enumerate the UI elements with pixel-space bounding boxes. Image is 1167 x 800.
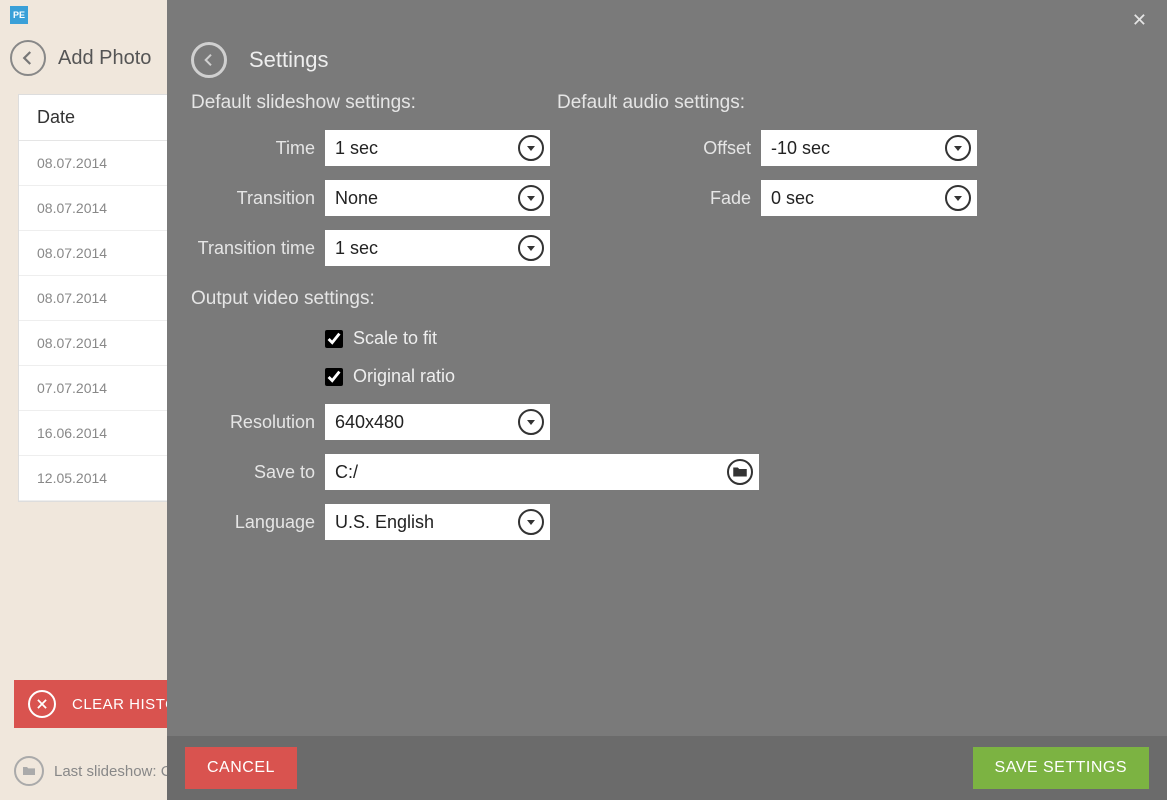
modal-footer: CANCEL SAVE SETTINGS [167,736,1167,800]
scale-checkbox-row[interactable]: Scale to fit [325,328,437,349]
save-to-field[interactable]: C:/ [325,454,759,490]
arrow-left-icon [19,49,37,67]
save-to-value: C:/ [335,462,727,483]
save-settings-button[interactable]: SAVE SETTINGS [973,747,1149,789]
bg-header: Add Photo [10,40,151,76]
transition-label: Transition [189,188,315,209]
resolution-value: 640x480 [335,412,518,433]
page-title: Settings [249,47,329,73]
original-ratio-checkbox[interactable] [325,368,343,386]
chevron-down-icon [945,185,971,211]
fade-select[interactable]: 0 sec [761,180,977,216]
settings-modal: ✕ Settings Default slideshow settings: D… [167,0,1167,800]
transition-select[interactable]: None [325,180,550,216]
offset-label: Offset [585,138,751,159]
time-value: 1 sec [335,138,518,159]
chevron-down-icon [945,135,971,161]
original-ratio-label: Original ratio [353,366,455,387]
add-photo-label: Add Photo [58,47,151,70]
resolution-label: Resolution [189,412,315,433]
transition-time-label: Transition time [189,238,315,259]
settings-back-button[interactable] [191,42,227,78]
save-to-label: Save to [189,462,315,483]
scale-label: Scale to fit [353,328,437,349]
app-icon: PE [10,6,28,24]
arrow-left-icon [201,52,217,68]
cancel-button[interactable]: CANCEL [185,747,297,789]
section-slideshow: Default slideshow settings: [191,92,416,114]
original-ratio-checkbox-row[interactable]: Original ratio [325,366,455,387]
date-header: Date [37,107,75,128]
chevron-down-icon [518,135,544,161]
chevron-down-icon [518,185,544,211]
offset-value: -10 sec [771,138,945,159]
section-audio: Default audio settings: [557,92,745,114]
transition-value: None [335,188,518,209]
language-value: U.S. English [335,512,518,533]
close-button[interactable]: ✕ [1132,10,1147,31]
language-select[interactable]: U.S. English [325,504,550,540]
time-label: Time [189,138,315,159]
folder-icon [14,756,44,786]
transition-time-select[interactable]: 1 sec [325,230,550,266]
chevron-down-icon [518,409,544,435]
transition-time-value: 1 sec [335,238,518,259]
time-select[interactable]: 1 sec [325,130,550,166]
fade-value: 0 sec [771,188,945,209]
fade-label: Fade [585,188,751,209]
last-slideshow-label: Last slideshow: C [54,763,172,780]
resolution-select[interactable]: 640x480 [325,404,550,440]
chevron-down-icon [518,509,544,535]
language-label: Language [189,512,315,533]
folder-icon[interactable] [727,459,753,485]
offset-select[interactable]: -10 sec [761,130,977,166]
close-circle-icon [28,690,56,718]
chevron-down-icon [518,235,544,261]
last-slideshow-row: Last slideshow: C [14,756,172,786]
section-output: Output video settings: [191,288,375,310]
scale-checkbox[interactable] [325,330,343,348]
back-button-bg[interactable] [10,40,46,76]
